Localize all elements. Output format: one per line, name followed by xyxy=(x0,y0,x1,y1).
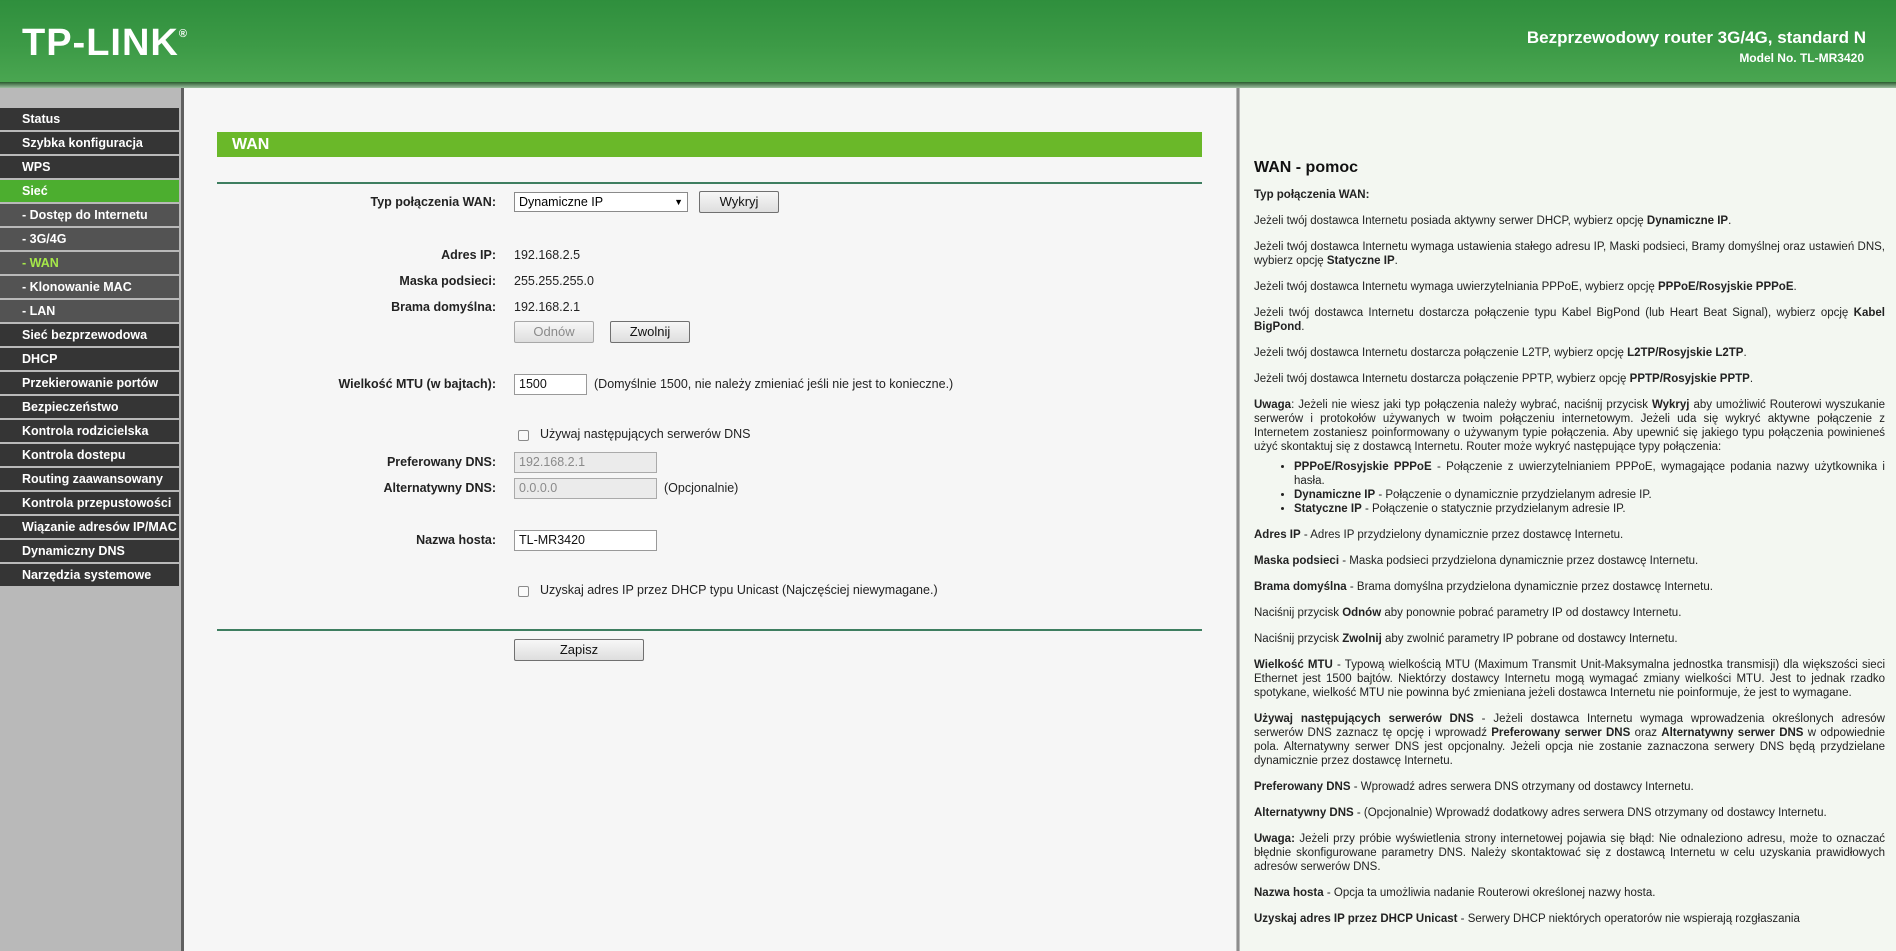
form-top-divider xyxy=(217,182,1202,184)
page-title: WAN xyxy=(217,132,1202,157)
mtu-hint: (Domyślnie 1500, nie należy zmieniać jeś… xyxy=(594,377,954,391)
sidebar-item-wireless[interactable]: Sieć bezprzewodowa xyxy=(0,324,179,346)
sidebar-menu: Status Szybka konfiguracja WPS Sieć - Do… xyxy=(0,88,183,951)
hostname-input[interactable]: TL-MR3420 xyxy=(514,530,657,551)
tp-link-logo: TP-LINK® xyxy=(22,22,188,64)
sidebar-item-status[interactable]: Status xyxy=(0,108,179,130)
sidebar-item-parental-control[interactable]: Kontrola rodzicielska xyxy=(0,420,179,442)
save-button[interactable]: Zapisz xyxy=(514,639,644,661)
help-text: Typ połączenia WAN: Jeżeli twój dostawca… xyxy=(1254,188,1885,938)
primary-dns-label: Preferowany DNS: xyxy=(386,455,496,469)
sidebar-item-dhcp[interactable]: DHCP xyxy=(0,348,179,370)
unicast-label: Uzyskaj adres IP przez DHCP typu Unicast… xyxy=(540,583,938,597)
sidebar-item-wps[interactable]: WPS xyxy=(0,156,179,178)
sidebar-item-dynamic-dns[interactable]: Dynamiczny DNS xyxy=(0,540,179,562)
sidebar-item-port-forwarding[interactable]: Przekierowanie portów xyxy=(0,372,179,394)
sidebar-item-lan[interactable]: - LAN xyxy=(0,300,179,322)
header-banner: TP-LINK® Bezprzewodowy router 3G/4G, sta… xyxy=(0,0,1896,82)
sidebar-item-access-control[interactable]: Kontrola dostepu xyxy=(0,444,179,466)
mtu-label: Wielkość MTU (w bajtach): xyxy=(338,377,496,391)
main-content: WAN Typ połączenia WAN: Dynamiczne IP ▼ … xyxy=(184,88,1236,951)
ip-address-label: Adres IP: xyxy=(441,248,496,262)
subnet-mask-label: Maska podsieci: xyxy=(399,274,496,288)
sidebar-item-internet-access[interactable]: - Dostęp do Internetu xyxy=(0,204,179,226)
mtu-input[interactable]: 1500 xyxy=(514,374,587,395)
wan-type-select[interactable]: Dynamiczne IP ▼ xyxy=(514,192,688,212)
gateway-value: 192.168.2.1 xyxy=(514,300,581,314)
unicast-checkbox[interactable] xyxy=(518,586,529,597)
wan-type-label: Typ połączenia WAN: xyxy=(370,195,496,209)
sidebar-item-quick-setup[interactable]: Szybka konfiguracja xyxy=(0,132,179,154)
sidebar-item-security[interactable]: Bezpieczeństwo xyxy=(0,396,179,418)
sidebar-item-bandwidth-control[interactable]: Kontrola przepustowości xyxy=(0,492,179,514)
gateway-label: Brama domyślna: xyxy=(391,300,496,314)
use-dns-label: Używaj następujących serwerów DNS xyxy=(540,427,751,441)
release-button[interactable]: Zwolnij xyxy=(610,321,690,343)
sidebar-item-ip-mac-binding[interactable]: Wiązanie adresów IP/MAC xyxy=(0,516,179,538)
dropdown-arrow-icon: ▼ xyxy=(674,197,683,207)
sidebar-item-network[interactable]: Sieć xyxy=(0,180,179,202)
help-title: WAN - pomoc xyxy=(1254,159,1358,176)
sidebar-item-3g4g[interactable]: - 3G/4G xyxy=(0,228,179,250)
subnet-mask-value: 255.255.255.0 xyxy=(514,274,594,288)
secondary-dns-hint: (Opcjonalnie) xyxy=(664,481,739,495)
ip-address-value: 192.168.2.5 xyxy=(514,248,581,262)
help-panel: WAN - pomoc Typ połączenia WAN: Jeżeli t… xyxy=(1240,88,1896,951)
form-bottom-divider xyxy=(217,629,1202,631)
renew-button[interactable]: Odnów xyxy=(514,321,594,343)
model-number: Model No. TL-MR3420 xyxy=(1739,51,1864,65)
use-dns-checkbox[interactable] xyxy=(518,430,529,441)
detect-button[interactable]: Wykryj xyxy=(699,191,779,213)
hostname-label: Nazwa hosta: xyxy=(416,533,496,547)
product-title: Bezprzewodowy router 3G/4G, standard N xyxy=(1526,28,1866,47)
sidebar-item-advanced-routing[interactable]: Routing zaawansowany xyxy=(0,468,179,490)
secondary-dns-label: Alternatywny DNS: xyxy=(383,481,496,495)
sidebar-item-wan[interactable]: - WAN xyxy=(0,252,179,274)
sidebar-item-system-tools[interactable]: Narzędzia systemowe xyxy=(0,564,179,586)
primary-dns-input[interactable]: 192.168.2.1 xyxy=(514,452,657,473)
sidebar-item-mac-clone[interactable]: - Klonowanie MAC xyxy=(0,276,179,298)
secondary-dns-input[interactable]: 0.0.0.0 xyxy=(514,478,657,499)
